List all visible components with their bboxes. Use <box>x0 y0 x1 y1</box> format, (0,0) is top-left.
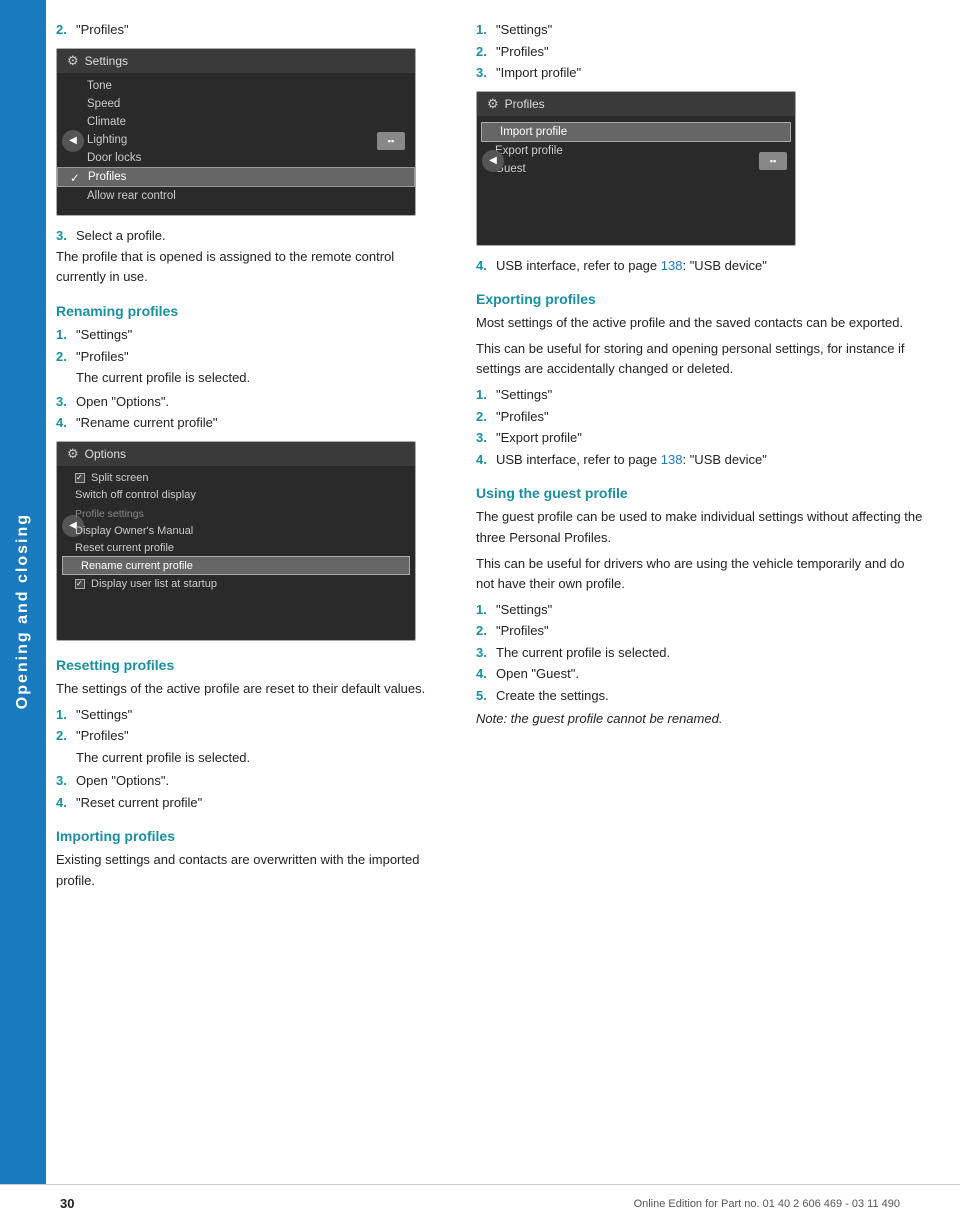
profile-import[interactable]: Import profile <box>481 122 791 142</box>
sidebar-bar: Opening and closing <box>0 0 46 1222</box>
bottom-bar: 30 Online Edition for Part no. 01 40 2 6… <box>0 1184 960 1222</box>
profile-export: Export profile <box>477 142 795 160</box>
option-switch-off: Switch off control display <box>57 487 415 504</box>
guest-step2: 2. "Profiles" <box>476 621 926 641</box>
rename-step2: 2. "Profiles" <box>56 347 446 367</box>
reset-step1: 1. "Settings" <box>56 705 446 725</box>
usb-link-export[interactable]: 138 <box>661 452 683 467</box>
guest-note: Note: the guest profile cannot be rename… <box>476 709 926 729</box>
para-profile-remote: The profile that is opened is assigned t… <box>56 247 446 287</box>
menu-allow-rear: Allow rear control <box>57 187 415 205</box>
options-gear-icon: ⚙ <box>67 446 79 462</box>
options-screenshot: ⚙ Options ◀ Split screen Switch off cont… <box>56 441 416 641</box>
profiles-header: ⚙ Profiles <box>477 92 795 116</box>
menu-speed: Speed <box>57 95 415 113</box>
export-step3: 3. "Export profile" <box>476 428 926 448</box>
settings-header: ⚙ Settings <box>57 49 415 73</box>
guest-step1: 1. "Settings" <box>476 600 926 620</box>
guest-para2: This can be useful for drivers who are u… <box>476 554 926 594</box>
option-split-screen: Split screen <box>57 470 415 487</box>
option-rename-profile[interactable]: ▶ Rename current profile <box>62 556 410 575</box>
option-profile-settings-label: Profile settings <box>57 504 415 523</box>
options-header: ⚙ Options <box>57 442 415 466</box>
profiles-nav-right[interactable]: ▪▪ <box>759 152 787 170</box>
columns-layout: 2. "Profiles" ⚙ Settings ◀ Tone Speed Cl… <box>56 20 926 897</box>
guest-step4: 4. Open "Guest". <box>476 664 926 684</box>
nav-right-button[interactable]: ▪▪ <box>377 132 405 150</box>
guest-para1: The guest profile can be used to make in… <box>476 507 926 547</box>
option-display-manual: Display Owner's Manual <box>57 522 415 539</box>
profiles-screenshot: ⚙ Profiles ◀ Import profile Export profi… <box>476 91 796 246</box>
import-step4: 4. USB interface, refer to page 138: "US… <box>476 256 926 276</box>
profiles-gear-icon: ⚙ <box>487 96 499 112</box>
menu-profiles[interactable]: ✓ Profiles <box>57 167 415 187</box>
rename-step2-indent: The current profile is selected. <box>76 368 446 388</box>
step3-item: 3. Select a profile. <box>56 226 446 246</box>
exporting-para1: Most settings of the active profile and … <box>476 313 926 333</box>
usb-link-import[interactable]: 138 <box>661 258 683 273</box>
exporting-profiles-title: Exporting profiles <box>476 291 926 307</box>
step2-item: 2. "Profiles" <box>56 20 446 40</box>
left-column: 2. "Profiles" ⚙ Settings ◀ Tone Speed Cl… <box>56 20 446 897</box>
export-step4: 4. USB interface, refer to page 138: "US… <box>476 450 926 470</box>
reset-step3: 3. Open "Options". <box>56 771 446 791</box>
guest-step5: 5. Create the settings. <box>476 686 926 706</box>
reset-step2: 2. "Profiles" <box>56 726 446 746</box>
page-number: 30 <box>60 1196 74 1211</box>
rename-step1: 1. "Settings" <box>56 325 446 345</box>
renaming-profiles-title: Renaming profiles <box>56 303 446 319</box>
option-display-user-list: Display user list at startup <box>57 575 415 592</box>
profile-guest: Guest <box>477 160 795 178</box>
rename-step3: 3. Open "Options". <box>56 392 446 412</box>
resetting-profiles-para: The settings of the active profile are r… <box>56 679 446 699</box>
menu-lighting: Lighting <box>57 131 415 149</box>
right-column: 1. "Settings" 2. "Profiles" 3. "Import p… <box>476 20 926 897</box>
settings-gear-icon: ⚙ <box>67 53 79 69</box>
menu-doorlocks: Door locks <box>57 149 415 167</box>
exporting-para2: This can be useful for storing and openi… <box>476 339 926 379</box>
export-step2: 2. "Profiles" <box>476 407 926 427</box>
rename-step4: 4. "Rename current profile" <box>56 413 446 433</box>
profiles-nav-left[interactable]: ◀ <box>482 150 504 172</box>
importing-profiles-title: Importing profiles <box>56 828 446 844</box>
export-step1: 1. "Settings" <box>476 385 926 405</box>
import-step2: 2. "Profiles" <box>476 42 926 62</box>
import-step1: 1. "Settings" <box>476 20 926 40</box>
reset-step2-indent: The current profile is selected. <box>76 748 446 768</box>
footer-text: Online Edition for Part no. 01 40 2 606 … <box>634 1198 900 1210</box>
importing-profiles-para: Existing settings and contacts are overw… <box>56 850 446 890</box>
settings-screenshot: ⚙ Settings ◀ Tone Speed Climate Lighting… <box>56 48 416 216</box>
resetting-profiles-title: Resetting profiles <box>56 657 446 673</box>
settings-menu: Tone Speed Climate Lighting Door locks ✓… <box>57 73 415 209</box>
sidebar-label: Opening and closing <box>14 513 32 709</box>
reset-step4: 4. "Reset current profile" <box>56 793 446 813</box>
main-content: 2. "Profiles" ⚙ Settings ◀ Tone Speed Cl… <box>56 20 926 1172</box>
import-step3: 3. "Import profile" <box>476 63 926 83</box>
menu-climate: Climate <box>57 113 415 131</box>
option-reset-profile: Reset current profile <box>57 539 415 556</box>
menu-tone: Tone <box>57 77 415 95</box>
guest-profile-title: Using the guest profile <box>476 485 926 501</box>
guest-step3: 3. The current profile is selected. <box>476 643 926 663</box>
